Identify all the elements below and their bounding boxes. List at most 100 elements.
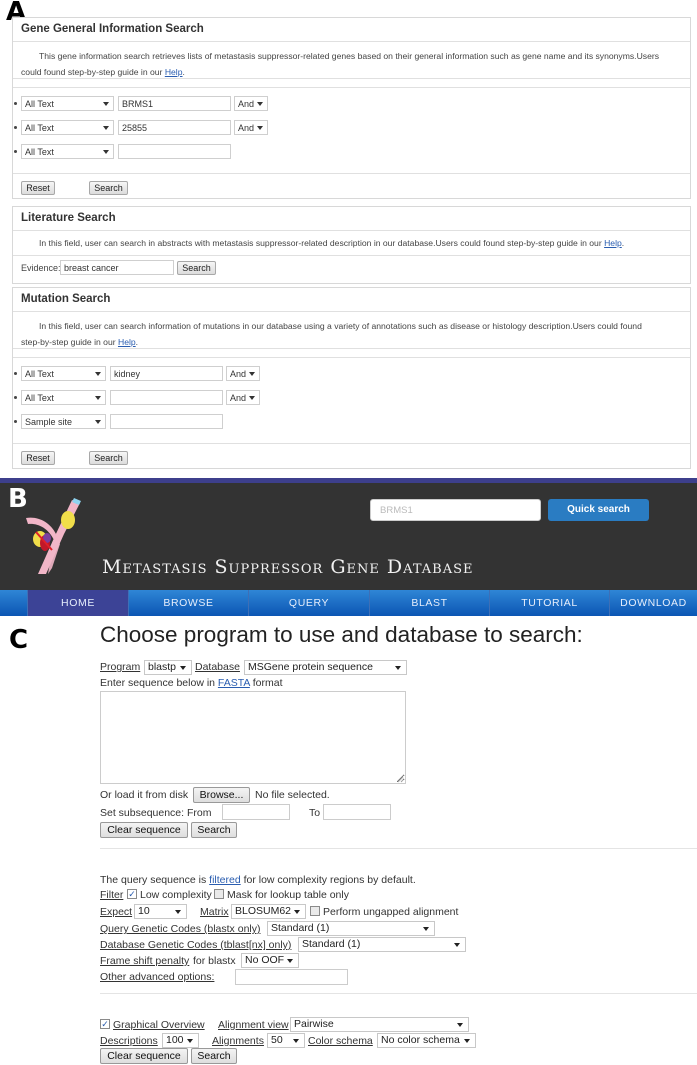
database-genetic-codes-link[interactable]: Database Genetic Codes (tblast[nx] only) <box>100 939 291 952</box>
query-genetic-codes-select[interactable]: Standard (1) <box>267 921 435 936</box>
descriptions-link[interactable]: Descriptions <box>100 1035 158 1048</box>
subsequence-from-input[interactable] <box>222 804 290 820</box>
gene-value-input[interactable]: BRMS1 <box>118 96 231 111</box>
mutation-operator-select[interactable]: And <box>226 390 260 405</box>
mutation-field-select[interactable]: Sample site <box>21 414 106 429</box>
matrix-link[interactable]: Matrix <box>200 906 229 919</box>
mutation-field-select[interactable]: All Text <box>21 390 106 405</box>
blast-search-button-bottom[interactable]: Search <box>191 1048 237 1064</box>
literature-search-button[interactable]: Search <box>177 261 216 275</box>
literature-help-link[interactable]: Help <box>604 238 622 248</box>
subsequence-to-input[interactable] <box>323 804 391 820</box>
alignment-view-link[interactable]: Alignment view <box>218 1019 289 1032</box>
database-genetic-codes-select[interactable]: Standard (1) <box>298 937 466 952</box>
site-title: Metastasis Suppressor Gene Database <box>102 556 474 578</box>
gene-field-select[interactable]: All Text <box>21 120 114 135</box>
mutation-search-button[interactable]: Search <box>89 451 128 465</box>
gene-field-select[interactable]: All Text <box>21 96 114 111</box>
program-select[interactable]: blastp <box>144 660 192 675</box>
fasta-link[interactable]: FASTA <box>218 677 250 689</box>
matrix-select[interactable]: BLOSUM62 <box>231 904 306 919</box>
mutation-help-link[interactable]: Help <box>118 337 136 347</box>
mutation-value-input[interactable] <box>110 414 223 429</box>
chevron-down-icon <box>457 1023 463 1027</box>
gene-search-button[interactable]: Search <box>89 181 128 195</box>
mutation-search-title: Mutation Search <box>13 288 690 312</box>
nav-blast[interactable]: BLAST <box>370 590 490 616</box>
gene-value-input[interactable] <box>118 144 231 159</box>
divider <box>100 993 697 994</box>
evidence-input[interactable]: breast cancer <box>60 260 174 275</box>
nav-query[interactable]: QUERY <box>249 590 370 616</box>
literature-search-description: In this field, user can search in abstra… <box>13 231 690 256</box>
filter-link[interactable]: Filter <box>100 889 123 902</box>
resize-grip-icon[interactable] <box>397 776 404 783</box>
color-schema-link[interactable]: Color schema <box>308 1035 373 1048</box>
database-link[interactable]: Database <box>195 661 240 674</box>
chevron-down-icon <box>95 372 101 376</box>
chevron-down-icon <box>294 910 300 914</box>
alignment-view-select[interactable]: Pairwise <box>290 1017 469 1032</box>
gene-value-input[interactable]: 25855 <box>118 120 231 135</box>
metastasis-logo-icon[interactable] <box>24 494 84 576</box>
frame-shift-penalty-link[interactable]: Frame shift penalty <box>100 955 189 968</box>
advanced-options-input[interactable] <box>235 969 348 985</box>
chevron-down-icon <box>180 666 186 670</box>
chevron-down-icon <box>257 126 263 130</box>
gene-field-select[interactable]: All Text <box>21 144 114 159</box>
mutation-search-description: In this field, user can search informati… <box>13 312 690 349</box>
expect-link[interactable]: Expect <box>100 906 132 919</box>
literature-search-panel: Literature Search In this field, user ca… <box>12 206 691 284</box>
alignments-select[interactable]: 50 <box>267 1033 305 1048</box>
mutation-field-select[interactable]: All Text <box>21 366 106 381</box>
frame-shift-select[interactable]: No OOF <box>241 953 299 968</box>
graphical-overview-link[interactable]: Graphical Overview <box>113 1019 205 1032</box>
ungapped-checkbox[interactable] <box>310 906 320 916</box>
gene-general-search-panel: Gene General Information Search This gen… <box>12 17 691 199</box>
low-complexity-checkbox[interactable]: ✓ <box>127 889 137 899</box>
descriptions-select[interactable]: 100 <box>162 1033 199 1048</box>
nav-tutorial[interactable]: TUTORIAL <box>490 590 610 616</box>
nav-browse[interactable]: BROWSE <box>129 590 249 616</box>
nav-home[interactable]: HOME <box>28 590 129 616</box>
ungapped-label: Perform ungapped alignment <box>323 906 459 918</box>
chevron-down-icon <box>103 126 109 130</box>
mask-lookup-checkbox[interactable] <box>214 889 224 899</box>
quick-search-input[interactable]: BRMS1 <box>370 499 541 521</box>
mutation-value-input[interactable] <box>110 390 223 405</box>
mutation-reset-button[interactable]: Reset <box>21 451 55 465</box>
chevron-down-icon <box>95 420 101 424</box>
clear-sequence-button[interactable]: Clear sequence <box>100 822 188 838</box>
alignments-link[interactable]: Alignments <box>212 1035 264 1048</box>
load-from-disk-label: Or load it from disk <box>100 789 189 801</box>
chevron-down-icon <box>175 910 181 914</box>
mutation-search-panel: Mutation Search In this field, user can … <box>12 287 691 469</box>
graphical-overview-checkbox[interactable]: ✓ <box>100 1019 110 1029</box>
mutation-value-input[interactable]: kidney <box>110 366 223 381</box>
database-select[interactable]: MSGene protein sequence <box>244 660 407 675</box>
chevron-down-icon <box>249 372 255 376</box>
blast-search-button[interactable]: Search <box>191 822 237 838</box>
gene-reset-button[interactable]: Reset <box>21 181 55 195</box>
nav-download[interactable]: DOWNLOAD <box>610 590 697 616</box>
mutation-operator-select[interactable]: And <box>226 366 260 381</box>
clear-sequence-button-bottom[interactable]: Clear sequence <box>100 1048 188 1064</box>
program-link[interactable]: Program <box>100 661 140 674</box>
advanced-options-link[interactable]: Other advanced options: <box>100 971 214 984</box>
no-file-label: No file selected. <box>255 789 330 801</box>
main-nav: HOME BROWSE QUERY BLAST TUTORIAL DOWNLOA… <box>0 590 697 616</box>
gene-operator-select[interactable]: And <box>234 96 268 111</box>
chevron-down-icon <box>103 150 109 154</box>
gene-operator-select[interactable]: And <box>234 120 268 135</box>
evidence-label: Evidence: <box>21 263 61 273</box>
filter-note: The query sequence is filtered for low c… <box>100 874 416 886</box>
quick-search-button[interactable]: Quick search <box>548 499 649 521</box>
sequence-textarea[interactable] <box>100 691 406 784</box>
color-schema-select[interactable]: No color schema <box>377 1033 476 1048</box>
expect-select[interactable]: 10 <box>134 904 187 919</box>
browse-button[interactable]: Browse... <box>193 787 250 803</box>
fasta-instruction: Enter sequence below in FASTA format <box>100 677 283 689</box>
query-genetic-codes-link[interactable]: Query Genetic Codes (blastx only) <box>100 923 260 936</box>
filtered-link[interactable]: filtered <box>209 874 241 886</box>
gene-search-help-link[interactable]: Help <box>165 67 183 77</box>
